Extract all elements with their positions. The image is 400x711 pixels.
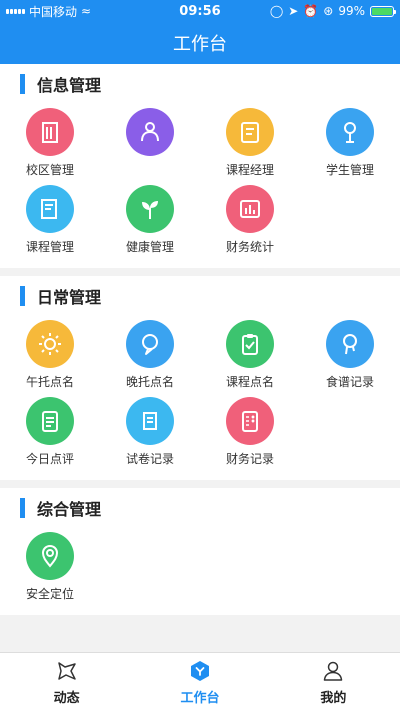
status-right: ◯ ➤ ⏰ ⊛ 99%: [254, 4, 396, 18]
bottom-tabbar: 动态 工作台 我的: [0, 652, 400, 711]
section-info-management: 信息管理 校区管理 课程经理 学生管理课程管理 健康管理 财务统计: [0, 64, 400, 268]
tab-label: 我的: [320, 690, 347, 706]
building-icon: [26, 108, 74, 156]
function-label: 财务记录: [225, 452, 274, 466]
function-label: 食谱记录: [325, 375, 374, 389]
function-item[interactable]: [100, 108, 200, 185]
tab-label: 动态: [53, 690, 80, 706]
sprout-icon: [126, 185, 174, 233]
battery-icon: [370, 5, 396, 17]
status-left: 中国移动 ≈: [6, 3, 146, 20]
star-bubble-icon: [57, 661, 76, 680]
function-item[interactable]: 安全定位: [0, 532, 100, 609]
scroll-icon: [126, 397, 174, 445]
function-label: 课程管理: [25, 240, 74, 254]
function-label: 试卷记录: [125, 452, 174, 466]
workbench-content[interactable]: 信息管理 校区管理 课程经理 学生管理课程管理 健康管理 财务统计 日常管理 午托点名 晚…: [0, 64, 400, 652]
function-label: 晚托点名: [125, 375, 174, 389]
course-manager-icon: [226, 108, 274, 156]
function-label: 午托点名: [25, 375, 74, 389]
section-accent-bar: [20, 286, 25, 306]
carrier-label: 中国移动: [29, 4, 78, 19]
function-item[interactable]: 健康管理: [100, 185, 200, 262]
function-grid: 校区管理 课程经理 学生管理课程管理 健康管理 财务统计: [0, 108, 400, 268]
function-label: 今日点评: [25, 452, 74, 466]
section-accent-bar: [20, 498, 25, 518]
function-label: 校区管理: [25, 163, 74, 177]
sun-icon: [26, 320, 74, 368]
section-accent-bar: [20, 74, 25, 94]
function-item[interactable]: 课程经理: [200, 108, 300, 185]
ledger-icon: [226, 397, 274, 445]
function-label: 课程经理: [225, 163, 274, 177]
function-item[interactable]: 课程点名: [200, 320, 300, 397]
function-item[interactable]: 财务统计: [200, 185, 300, 262]
function-item[interactable]: 晚托点名: [100, 320, 200, 397]
function-item[interactable]: 午托点名: [0, 320, 100, 397]
function-item[interactable]: 校区管理: [0, 108, 100, 185]
alarm-icon: ⏰: [303, 4, 319, 18]
status-time: 09:56: [179, 3, 221, 19]
clipboard-icon: [226, 320, 274, 368]
section-title: 综合管理: [37, 500, 102, 519]
section-header: 日常管理: [0, 284, 400, 308]
section-header: 综合管理: [0, 496, 400, 520]
function-label: 学生管理: [325, 163, 374, 177]
finance-chart-icon: [226, 185, 274, 233]
battery-percent: 99%: [338, 4, 365, 18]
section-header: 信息管理: [0, 72, 400, 96]
book-edit-icon: [26, 185, 74, 233]
function-item[interactable]: 今日点评: [0, 397, 100, 474]
function-item[interactable]: 试卷记录: [100, 397, 200, 474]
tab-workbench[interactable]: 工作台: [133, 653, 266, 711]
workbench-icon: [190, 660, 209, 681]
battery-fill: [372, 7, 392, 15]
tab-mine[interactable]: 我的: [267, 653, 400, 711]
function-item[interactable]: 财务记录: [200, 397, 300, 474]
profile-icon: [324, 661, 343, 681]
document-icon: [26, 397, 74, 445]
function-label: 安全定位: [25, 587, 74, 601]
function-item[interactable]: 课程管理: [0, 185, 100, 262]
page-title: 工作台: [173, 34, 227, 55]
section-general-management: 综合管理 安全定位: [0, 488, 400, 615]
student-icon: [326, 108, 374, 156]
wifi-icon: ≈: [81, 4, 92, 18]
function-label: 课程点名: [225, 375, 274, 389]
people-network-icon: [126, 108, 174, 156]
lock-rotation-icon: ◯: [269, 4, 284, 18]
status-bar: 中国移动 ≈ 09:56 ◯ ➤ ⏰ ⊛ 99%: [0, 0, 400, 22]
tab-label: 工作台: [180, 690, 220, 706]
section-title: 信息管理: [37, 76, 102, 95]
function-label: 健康管理: [125, 240, 174, 254]
location-arrow-icon: ➤: [288, 4, 299, 18]
function-item[interactable]: 食谱记录: [300, 320, 400, 397]
function-label: 财务统计: [225, 240, 274, 254]
function-grid: 午托点名 晚托点名 课程点名 食谱记录今日点评 试卷记录 财务记录: [0, 320, 400, 480]
function-item[interactable]: 学生管理: [300, 108, 400, 185]
tab-dynamics[interactable]: 动态: [0, 653, 133, 711]
location-pin-icon: [26, 532, 74, 580]
moon-bubble-icon: [126, 320, 174, 368]
function-grid: 安全定位: [0, 532, 400, 615]
bluetooth-icon: ⊛: [323, 4, 334, 18]
signal-icon: [6, 8, 25, 14]
section-title: 日常管理: [37, 288, 102, 307]
recipe-icon: [326, 320, 374, 368]
section-daily-management: 日常管理 午托点名 晚托点名 课程点名 食谱记录今日点评 试卷记录 财务记录: [0, 276, 400, 480]
nav-bar: 工作台: [0, 22, 400, 64]
